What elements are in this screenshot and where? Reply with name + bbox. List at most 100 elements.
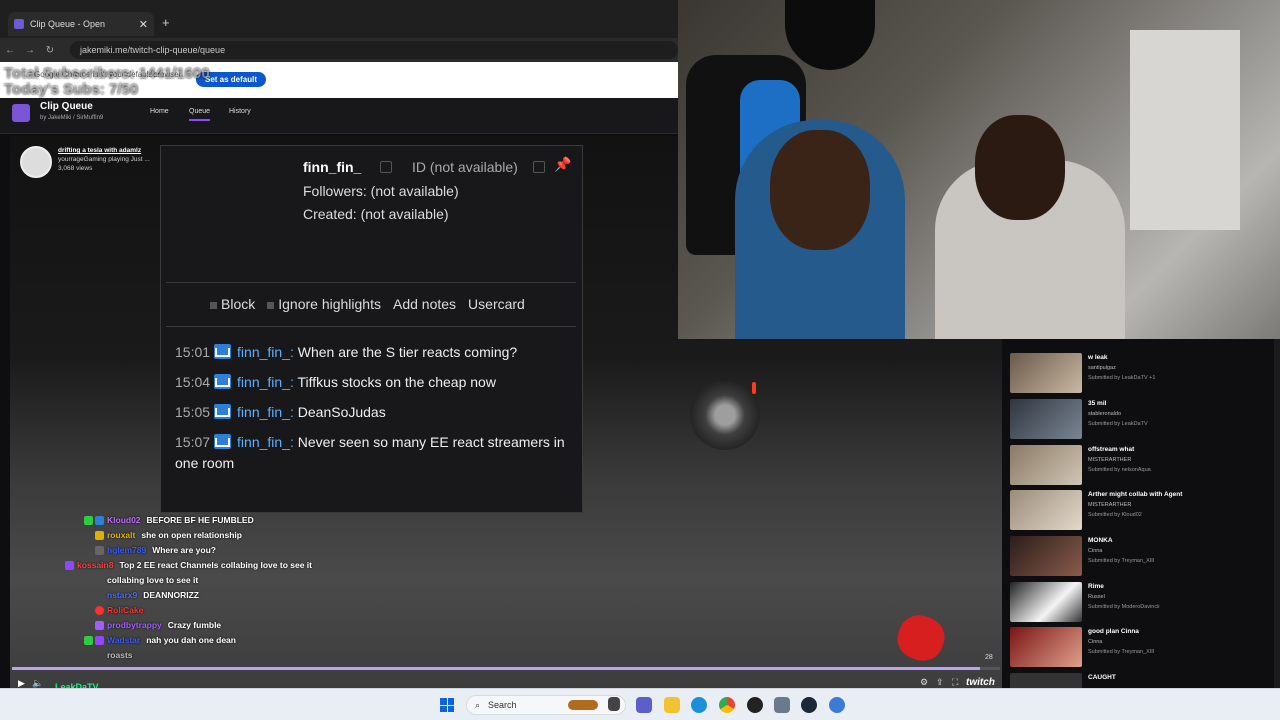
ignore-highlights-toggle[interactable]: Ignore highlights bbox=[267, 296, 381, 312]
fullscreen-icon[interactable]: ⛶ bbox=[952, 677, 958, 688]
chat-message: Top 2 EE react Channels collabing love t… bbox=[119, 560, 312, 570]
forward-icon[interactable]: → bbox=[20, 45, 40, 56]
queue-item[interactable]: Rime Russel Submitted by ModeroDavincii bbox=[1010, 582, 1278, 626]
chat-line: nstarx9 DEANNORIZZ bbox=[12, 588, 312, 603]
chat-username[interactable]: Kloud02 bbox=[107, 513, 141, 528]
chat-username[interactable]: Wadstar bbox=[107, 633, 140, 648]
chat-line: kossain8 Top 2 EE react Channels collabin… bbox=[12, 558, 312, 573]
ignore-checkbox-icon[interactable] bbox=[267, 301, 275, 309]
queue-title: CAUGHT bbox=[1088, 674, 1116, 681]
app-icon[interactable] bbox=[747, 697, 763, 713]
queue-item[interactable]: MONKA Cinna Submitted by Treyman_XIII bbox=[1010, 536, 1278, 580]
copy-id-icon[interactable] bbox=[533, 161, 545, 173]
chat-line: RoliCake bbox=[12, 603, 312, 618]
widget-icon[interactable] bbox=[568, 700, 598, 710]
chat-username[interactable]: RoliCake bbox=[107, 603, 143, 618]
chat-message: nah you dah one dean bbox=[146, 635, 236, 645]
usercard-message: 15:07 finn_fin_: Never seen so many EE re… bbox=[175, 432, 565, 474]
badge-icon bbox=[65, 561, 75, 570]
windows-start-icon[interactable] bbox=[440, 698, 454, 712]
clip-thumbnail bbox=[1010, 353, 1082, 393]
message-user[interactable]: finn_fin_: bbox=[237, 344, 294, 360]
reload-icon[interactable]: ↻ bbox=[40, 45, 60, 56]
app-byline: by JakeMiki / SirMuffin9 bbox=[40, 115, 104, 121]
browser-tab[interactable]: Clip Queue - Open ✕ bbox=[8, 12, 154, 36]
edge-icon[interactable] bbox=[691, 697, 707, 713]
queue-title: w leak bbox=[1088, 354, 1108, 361]
nav-history[interactable]: History bbox=[229, 108, 251, 115]
chrome-icon[interactable] bbox=[719, 697, 735, 713]
file-explorer-icon[interactable] bbox=[664, 697, 680, 713]
car-wheel-image bbox=[690, 380, 760, 450]
tab-title: Clip Queue - Open bbox=[30, 19, 106, 29]
message-text: Tiffkus stocks on the cheap now bbox=[297, 374, 496, 390]
new-tab-button[interactable]: + bbox=[162, 15, 170, 30]
person-left-head bbox=[770, 130, 870, 250]
queue-channel: stableronaldo bbox=[1088, 411, 1122, 417]
chat-username[interactable]: roasts bbox=[107, 648, 133, 663]
taskbar-search[interactable]: ⌕ Search bbox=[466, 695, 626, 715]
clip-views: 3,068 views bbox=[58, 165, 93, 172]
close-tab-icon[interactable]: ✕ bbox=[139, 18, 148, 31]
block-toggle[interactable]: Block bbox=[210, 296, 255, 312]
queue-submitted: Submitted by Treyman_XIII bbox=[1088, 558, 1155, 564]
chat-username[interactable]: hglem789 bbox=[107, 543, 146, 558]
queue-scrollbar[interactable] bbox=[1274, 339, 1280, 688]
usercard-link[interactable]: Usercard bbox=[468, 296, 525, 312]
chat-username[interactable]: rouxalt bbox=[107, 528, 135, 543]
queue-item[interactable]: Arther might collab with Agent MISTERARTH… bbox=[1010, 490, 1278, 534]
taskbar-search-label: Search bbox=[488, 700, 517, 710]
twitch-logo[interactable]: twitch bbox=[966, 677, 995, 688]
clip-title[interactable]: drifting a tesla with adamlz bbox=[58, 146, 150, 155]
share-icon[interactable]: ⇪ bbox=[936, 677, 944, 688]
subscriber-badge-icon bbox=[214, 434, 232, 449]
message-time: 15:05 bbox=[175, 404, 211, 420]
clip-thumbnail bbox=[1010, 445, 1082, 485]
settings-icon[interactable]: ⚙ bbox=[920, 677, 928, 688]
back-icon[interactable]: ← bbox=[0, 45, 20, 56]
message-user[interactable]: finn_fin_: bbox=[237, 434, 294, 450]
block-label: Block bbox=[221, 296, 256, 312]
badge-icon bbox=[84, 636, 93, 645]
clip-thumbnail bbox=[1010, 673, 1082, 688]
queue-submitted: Submitted by LeakDaTV bbox=[1088, 421, 1148, 427]
chat-username[interactable]: nstarx9 bbox=[107, 588, 137, 603]
total-subs-text: Total Subscribers: 1441/1600 bbox=[4, 65, 210, 82]
queue-title: offstream what bbox=[1088, 446, 1135, 453]
pin-icon[interactable]: 📌 bbox=[554, 156, 571, 173]
message-time: 15:01 bbox=[175, 344, 211, 360]
sub-goal-overlay: Total Subscribers: 1441/1600 Today's Sub… bbox=[4, 66, 210, 98]
block-checkbox-icon[interactable] bbox=[210, 301, 217, 309]
clip-thumbnail bbox=[1010, 490, 1082, 530]
chat-username[interactable]: prodbytrappy bbox=[107, 618, 162, 633]
chat-message: DEANNORIZZ bbox=[143, 590, 199, 600]
queue-title: Rime bbox=[1088, 583, 1104, 590]
task-view-icon[interactable] bbox=[608, 697, 620, 711]
queue-item[interactable]: 35 mil stableronaldo Submitted by LeakDaTV bbox=[1010, 399, 1278, 443]
nav-queue[interactable]: Queue bbox=[189, 108, 211, 121]
message-user[interactable]: finn_fin_: bbox=[237, 374, 294, 390]
url-field[interactable]: jakemiki.me/twitch-clip-queue/queue bbox=[70, 41, 678, 59]
queue-item[interactable]: good plan Cinna Cinna Submitted by Treyman… bbox=[1010, 627, 1278, 671]
chat-line: Wadstar nah you dah one dean bbox=[12, 633, 312, 648]
queue-channel: Cinna bbox=[1088, 548, 1103, 554]
steam-icon[interactable] bbox=[801, 697, 817, 713]
badge-icon bbox=[95, 636, 104, 645]
streamer-avatar[interactable] bbox=[20, 146, 52, 178]
chat-app-icon[interactable] bbox=[636, 697, 652, 713]
chat-username[interactable]: kossain8 bbox=[77, 558, 113, 573]
person-right-head bbox=[975, 115, 1065, 220]
badge-icon bbox=[95, 606, 104, 615]
message-user[interactable]: finn_fin_: bbox=[237, 404, 294, 420]
nav-home[interactable]: Home bbox=[150, 108, 169, 115]
copy-username-icon[interactable] bbox=[380, 161, 392, 173]
queue-item[interactable]: offstream what MISTERARTHER Submitted by n… bbox=[1010, 445, 1278, 489]
queue-list: w leak santipulgaz Submitted by LeakDaTV +… bbox=[1002, 339, 1280, 688]
add-notes-button[interactable]: Add notes bbox=[393, 296, 456, 312]
clip-info: drifting a tesla with adamlz yourrageGam… bbox=[20, 146, 150, 178]
queue-item[interactable]: w leak santipulgaz Submitted by LeakDaTV +… bbox=[1010, 353, 1278, 397]
queue-item[interactable]: CAUGHT bbox=[1010, 673, 1278, 688]
settings-gear-icon[interactable] bbox=[774, 697, 790, 713]
app-icon-2[interactable] bbox=[829, 697, 845, 713]
queue-channel: Russel bbox=[1088, 594, 1105, 600]
